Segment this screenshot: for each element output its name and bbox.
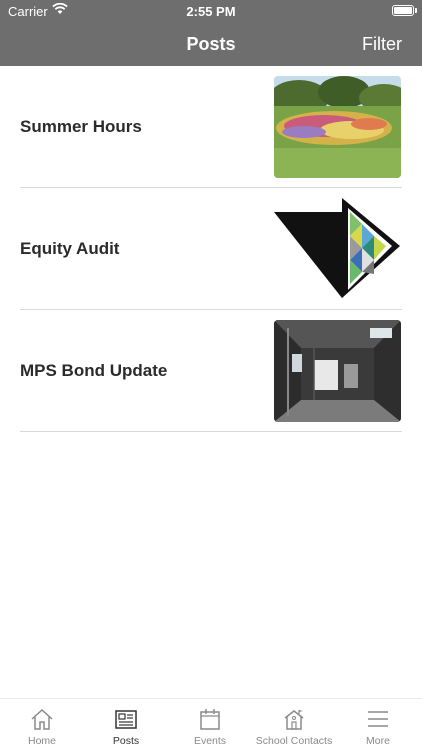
tab-home[interactable]: Home [0, 699, 84, 751]
post-title: Equity Audit [20, 239, 120, 258]
post-title: MPS Bond Update [20, 361, 168, 380]
row-divider [20, 431, 402, 432]
tab-events[interactable]: Events [168, 699, 252, 751]
list-item[interactable]: Equity Audit [0, 188, 422, 310]
top-bar: Carrier 2:55 PM Posts Filter [0, 0, 422, 66]
post-thumbnail-group-photo [274, 76, 401, 178]
tab-more[interactable]: More [336, 699, 420, 751]
clock: 2:55 PM [186, 4, 236, 19]
tab-school-contacts[interactable]: School Contacts [252, 699, 336, 751]
filter-button[interactable]: Filter [362, 34, 402, 55]
list-item[interactable]: MPS Bond Update [0, 310, 422, 432]
post-thumbnail-equity-logo [274, 198, 401, 300]
tab-label: Posts [112, 735, 140, 747]
tab-bar: Home Posts Events School Contacts More [0, 698, 422, 751]
post-title: Summer Hours [20, 117, 142, 136]
tab-label: Home [27, 735, 56, 747]
battery-icon [392, 5, 417, 16]
home-icon [30, 708, 54, 735]
tab-label: More [366, 735, 390, 747]
calendar-icon [198, 708, 222, 735]
posts-list: Summer Hours Equity Audit MPS Bond Updat… [0, 66, 422, 432]
status-bar: Carrier 2:55 PM [0, 0, 422, 22]
school-contacts-icon [282, 708, 306, 735]
tab-label: School Contacts [255, 735, 333, 747]
newspaper-icon [114, 708, 138, 735]
tab-label: Events [193, 735, 227, 747]
page-title: Posts [186, 34, 236, 54]
post-thumbnail-construction [274, 320, 401, 422]
menu-icon [366, 708, 390, 735]
list-item[interactable]: Summer Hours [0, 66, 422, 188]
tab-posts[interactable]: Posts [84, 699, 168, 751]
